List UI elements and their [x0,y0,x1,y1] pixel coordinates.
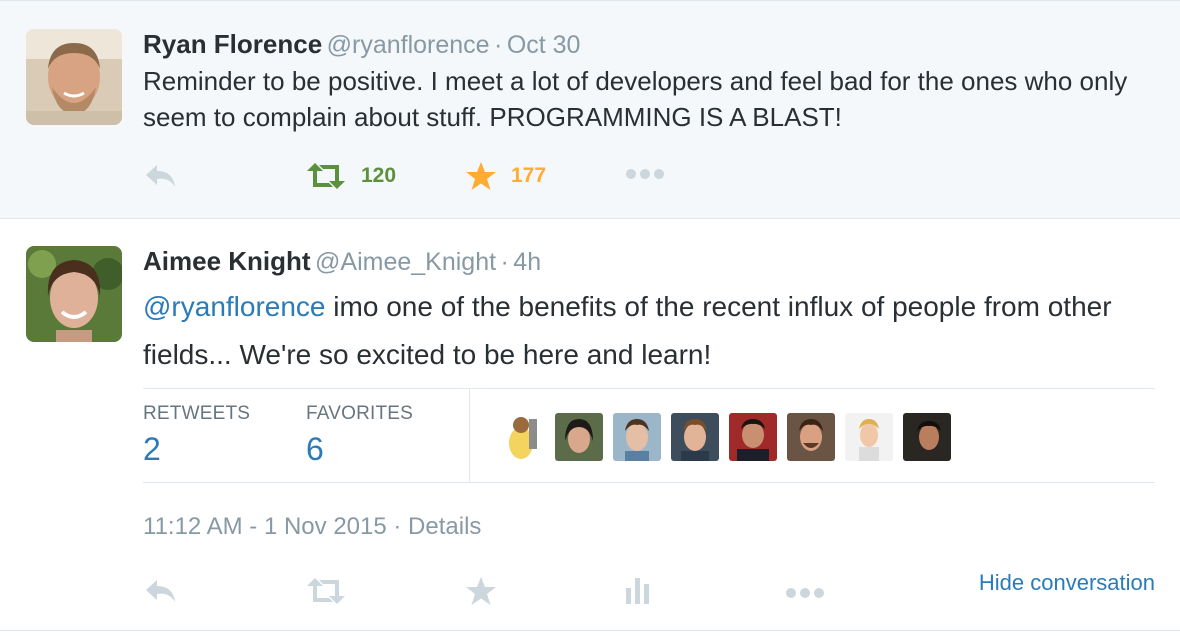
retweets-stat[interactable]: RETWEETS 2 [143,403,250,468]
favoriter-avatar[interactable] [903,413,951,461]
tweet-text: @ryanflorence imo one of the benefits of… [143,283,1163,379]
avatar-aimee-knight[interactable] [26,246,122,342]
reply-icon [143,576,179,606]
analytics-button[interactable] [625,576,651,606]
separator: · [393,513,402,540]
tweet-time[interactable]: 4h [513,248,541,276]
tweet-actions: Hide conversation [143,570,1155,614]
mention-link[interactable]: @ryanflorence [143,291,326,322]
focused-tweet: Aimee Knight @Aimee_Knight · 4h @ryanflo… [0,0,1180,636]
favoriter-avatar[interactable] [671,413,719,461]
details-link[interactable]: Details [408,513,481,540]
favoriter-avatar[interactable] [555,413,603,461]
star-icon [465,576,497,606]
author-name[interactable]: Aimee Knight [143,246,311,276]
retweet-icon [305,576,347,606]
bar-chart-icon [625,576,651,606]
author-handle[interactable]: @Aimee_Knight [315,248,496,276]
retweets-label: RETWEETS [143,403,251,424]
favoriter-avatar[interactable] [845,413,893,461]
conversation-view: Ryan Florence @ryanflorence · Oct 30 Rem… [0,0,1180,636]
separator: · [500,248,509,276]
favoriter-avatar[interactable] [787,413,835,461]
favorites-stat[interactable]: FAVORITES 6 [306,403,413,468]
more-icon [785,586,825,600]
bottom-divider [0,630,1180,631]
favorites-label: FAVORITES [306,403,414,424]
favoriter-avatars [497,413,951,461]
tweet-stats: RETWEETS 2 FAVORITES 6 [143,388,1155,483]
retweets-value: 2 [143,431,161,467]
reply-button[interactable] [143,576,179,606]
more-button[interactable] [785,586,825,600]
timestamp-text[interactable]: 11:12 AM - 1 Nov 2015 [143,513,387,540]
retweet-button[interactable] [305,576,347,606]
favorite-button[interactable] [465,576,497,606]
stats-divider [469,389,470,482]
favoriter-avatar[interactable] [497,413,545,461]
tweet-header: Aimee Knight @Aimee_Knight · 4h [143,246,541,277]
hide-conversation-link[interactable]: Hide conversation [979,570,1155,596]
tweet-timestamp: 11:12 AM - 1 Nov 2015 · Details [143,513,481,541]
favoriter-avatar[interactable] [729,413,777,461]
favoriter-avatar[interactable] [613,413,661,461]
favorites-value: 6 [306,431,324,467]
